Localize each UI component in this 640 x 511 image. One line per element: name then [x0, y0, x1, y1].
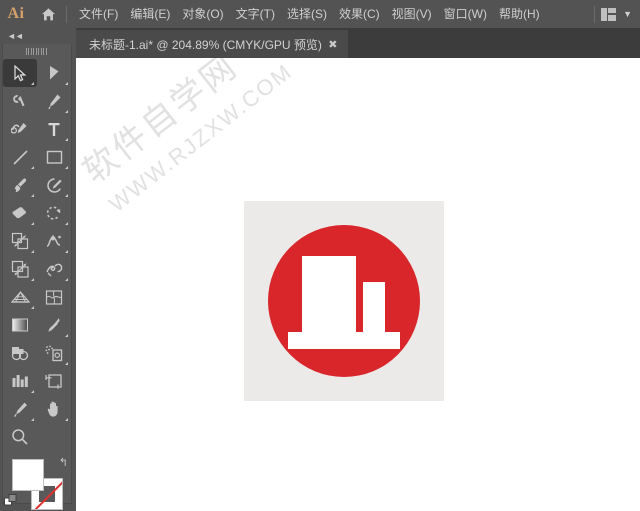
tools-panel: ◄◄ ↰ [0, 28, 76, 511]
tool-flyout-indicator [31, 166, 34, 169]
line-segment-tool[interactable] [3, 143, 37, 171]
slice-tool[interactable] [3, 395, 37, 423]
swap-fill-stroke-icon[interactable]: ↰ [59, 456, 68, 469]
tool-flyout-indicator [65, 110, 68, 113]
tool-flyout-indicator [65, 222, 68, 225]
illustrator-window: Ai 文件(F) 编辑(E) 对象(O) 文字(T) 选择(S) 效果(C) 视… [0, 0, 640, 511]
column-graph-tool[interactable] [3, 367, 37, 395]
chevron-down-icon[interactable]: ▼ [623, 9, 632, 19]
free-transform-tool[interactable] [3, 255, 37, 283]
menu-view[interactable]: 视图(V) [386, 0, 438, 28]
tool-flyout-indicator [65, 194, 68, 197]
menubar-right-group: ▼ [592, 0, 640, 28]
pen-tool[interactable] [37, 87, 71, 115]
width-tool[interactable] [37, 227, 71, 255]
close-icon[interactable]: ✖ [322, 31, 344, 57]
color-swatch-area: ↰ [3, 454, 71, 511]
rectangle-tool[interactable] [37, 143, 71, 171]
tool-flyout-indicator [65, 418, 68, 421]
tool-flyout-indicator [31, 82, 34, 85]
selection-tool[interactable] [3, 59, 37, 87]
menubar-divider-right [593, 5, 595, 23]
tool-flyout-indicator [65, 362, 68, 365]
home-icon[interactable] [32, 0, 64, 28]
tool-flyout-indicator [65, 82, 68, 85]
magic-wand-tool[interactable] [3, 87, 37, 115]
collapse-panel-icon[interactable]: ◄◄ [7, 31, 24, 41]
rotate-tool[interactable] [37, 199, 71, 227]
menu-items: 文件(F) 编辑(E) 对象(O) 文字(T) 选择(S) 效果(C) 视图(V… [73, 0, 546, 28]
menu-object[interactable]: 对象(O) [176, 0, 229, 28]
perspective-grid-tool[interactable] [3, 283, 37, 311]
logo-base-bar [288, 332, 400, 349]
artwork-building-logo[interactable] [244, 201, 444, 401]
tool-flyout-indicator [31, 194, 34, 197]
shape-builder-tool[interactable] [37, 255, 71, 283]
artwork-vector [268, 225, 420, 377]
tools-panel-body: ↰ [2, 44, 72, 510]
type-tool[interactable] [37, 115, 71, 143]
tool-flyout-indicator [65, 334, 68, 337]
menu-effect[interactable]: 效果(C) [333, 0, 386, 28]
tool-flyout-indicator [31, 418, 34, 421]
eyedropper-tool[interactable] [37, 311, 71, 339]
menu-help[interactable]: 帮助(H) [493, 0, 546, 28]
tool-flyout-indicator [31, 222, 34, 225]
document-tab[interactable]: 未标题-1.ai* @ 204.89% (CMYK/GPU 预览) ✖ [76, 30, 348, 58]
watermark-line2: WWW.RJZXW.COM [104, 58, 297, 216]
menu-file[interactable]: 文件(F) [73, 0, 124, 28]
document-canvas[interactable]: 软件自学网 WWW.RJZXW.COM [76, 58, 640, 511]
tool-flyout-indicator [65, 278, 68, 281]
fill-color-swatch[interactable] [12, 459, 44, 491]
gradient-tool[interactable] [3, 311, 37, 339]
eraser-tool[interactable] [3, 199, 37, 227]
menu-select[interactable]: 选择(S) [281, 0, 333, 28]
curvature-tool[interactable] [3, 115, 37, 143]
panel-drag-handle[interactable] [3, 44, 71, 58]
document-tab-label: 未标题-1.ai* @ 204.89% (CMYK/GPU 预览) [89, 37, 322, 52]
direct-selection-tool[interactable] [37, 59, 71, 87]
symbol-sprayer-tool[interactable] [37, 339, 71, 367]
scale-tool[interactable] [3, 227, 37, 255]
hand-tool[interactable] [37, 395, 71, 423]
menu-type[interactable]: 文字(T) [230, 0, 281, 28]
menu-bar: Ai 文件(F) 编辑(E) 对象(O) 文字(T) 选择(S) 效果(C) 视… [0, 0, 640, 28]
app-logo-icon: Ai [7, 5, 25, 22]
tool-flyout-indicator [31, 250, 34, 253]
watermark-line1: 软件自学网 [76, 58, 245, 191]
menu-window[interactable]: 窗口(W) [438, 0, 493, 28]
artboard-tool[interactable] [37, 367, 71, 395]
menu-edit[interactable]: 编辑(E) [124, 0, 176, 28]
default-fill-stroke-icon[interactable] [4, 494, 18, 511]
blend-tool[interactable] [3, 339, 37, 367]
tool-flyout-indicator [31, 390, 34, 393]
tool-grid [3, 59, 71, 423]
tool-flyout-indicator [31, 278, 34, 281]
tool-flyout-indicator [31, 306, 34, 309]
shaper-tool[interactable] [37, 171, 71, 199]
mesh-tool[interactable] [37, 283, 71, 311]
tools-panel-header[interactable]: ◄◄ [2, 28, 72, 44]
tool-flyout-indicator [65, 138, 68, 141]
tool-flyout-indicator [65, 250, 68, 253]
menubar-divider [66, 5, 67, 23]
workspace-switcher-icon[interactable] [600, 7, 617, 21]
zoom-tool[interactable] [3, 423, 71, 451]
document-tab-bar: 未标题-1.ai* @ 204.89% (CMYK/GPU 预览) ✖ [76, 28, 640, 58]
paintbrush-tool[interactable] [3, 171, 37, 199]
tool-flyout-indicator [65, 166, 68, 169]
